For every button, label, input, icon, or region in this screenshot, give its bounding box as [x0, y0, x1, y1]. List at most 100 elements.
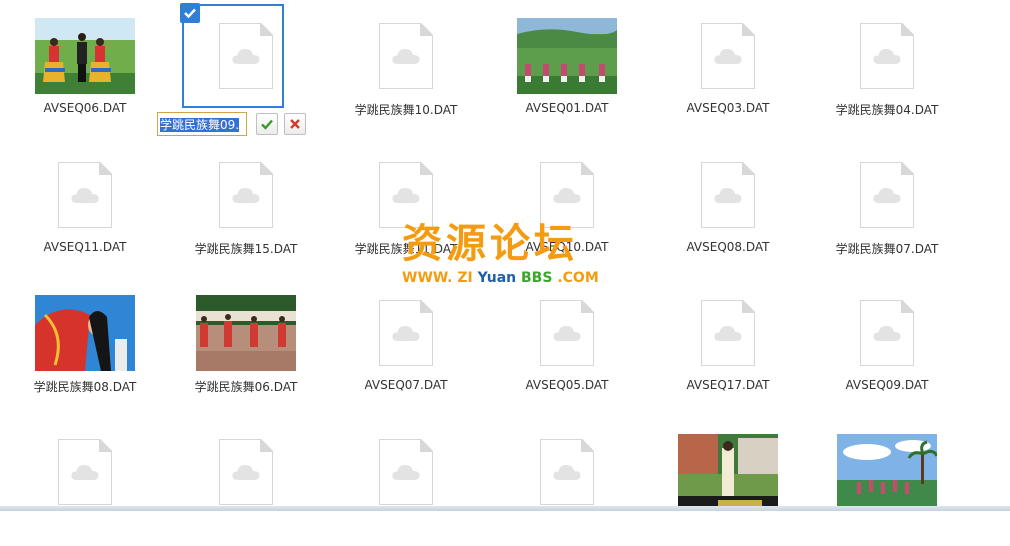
cloud-icon: [71, 188, 99, 203]
rename-cancel-button[interactable]: [284, 113, 306, 135]
file-thumbnail: [35, 434, 135, 510]
file-icon: [701, 23, 755, 89]
file-icon: [540, 162, 594, 228]
file-thumbnail: [837, 434, 937, 510]
file-icon: [860, 162, 914, 228]
cloud-icon: [232, 465, 260, 480]
file-item[interactable]: AVSEQ07.DAT: [331, 277, 481, 407]
file-item[interactable]: [812, 416, 962, 546]
status-bar: [0, 506, 1010, 511]
rename-input[interactable]: 学跳民族舞09.: [157, 112, 247, 136]
file-icon: [701, 162, 755, 228]
select-checkbox[interactable]: [180, 3, 200, 23]
file-name: AVSEQ11.DAT: [43, 240, 127, 254]
file-item[interactable]: AVSEQ11.DAT: [10, 139, 160, 269]
file-name: AVSEQ06.DAT: [43, 101, 127, 115]
file-icon: [379, 23, 433, 89]
file-name: AVSEQ03.DAT: [686, 101, 770, 115]
file-icon: [379, 300, 433, 366]
file-item[interactable]: AVSEQ06.DAT: [10, 0, 160, 130]
cloud-icon: [553, 188, 581, 203]
file-item[interactable]: AVSEQ08.DAT: [653, 139, 803, 269]
file-thumbnail: [678, 18, 778, 94]
file-icon: [58, 162, 112, 228]
file-item[interactable]: AVSEQ01.DAT: [492, 0, 642, 130]
video-thumbnail-image: [517, 18, 617, 94]
file-name: 学跳民族舞10.DAT: [354, 103, 458, 117]
file-icon: [540, 300, 594, 366]
cloud-icon: [714, 49, 742, 64]
video-thumbnail-image: [35, 295, 135, 371]
file-name: AVSEQ07.DAT: [364, 378, 448, 392]
check-icon: [184, 8, 196, 19]
watermark-url: WWW. ZI Yuan BBS .COM: [402, 270, 608, 286]
file-icon: [379, 439, 433, 505]
file-thumbnail: [517, 295, 617, 371]
file-item[interactable]: AVSEQ09.DAT: [812, 277, 962, 407]
file-item[interactable]: [171, 416, 321, 546]
file-thumbnail: [196, 434, 296, 510]
video-thumbnail-image: [35, 18, 135, 94]
file-item[interactable]: 学跳民族舞08.DAT: [10, 277, 160, 407]
file-thumbnail: [35, 157, 135, 233]
file-thumbnail: [35, 295, 135, 371]
watermark-yuan: Yuan: [477, 270, 517, 286]
cloud-icon: [873, 49, 901, 64]
cloud-icon: [553, 465, 581, 480]
file-icon: [860, 23, 914, 89]
video-thumbnail-image: [196, 295, 296, 371]
watermark-prefix: WWW.: [402, 270, 453, 286]
file-name: AVSEQ09.DAT: [845, 378, 929, 392]
watermark-suffix: .COM: [557, 270, 599, 286]
cloud-icon: [714, 188, 742, 203]
file-name: 学跳民族舞15.DAT: [194, 242, 298, 256]
file-item[interactable]: AVSEQ03.DAT: [653, 0, 803, 130]
file-icon: [540, 439, 594, 505]
cloud-icon: [392, 326, 420, 341]
file-item[interactable]: 学跳民族舞07.DAT: [812, 139, 962, 269]
file-thumbnail: [678, 157, 778, 233]
watermark-bbs: BBS: [521, 270, 553, 286]
file-thumbnail: [837, 295, 937, 371]
file-item[interactable]: 学跳民族舞10.DAT: [331, 0, 481, 130]
file-thumbnail: [837, 157, 937, 233]
file-thumbnail: [196, 295, 296, 371]
cloud-icon: [553, 326, 581, 341]
file-thumbnail: [196, 157, 296, 233]
cloud-icon: [873, 188, 901, 203]
file-name: AVSEQ08.DAT: [686, 240, 770, 254]
file-thumbnail: [837, 18, 937, 94]
cloud-icon: [392, 188, 420, 203]
cloud-icon: [392, 49, 420, 64]
file-name: 学跳民族舞08.DAT: [33, 380, 137, 394]
file-item[interactable]: [492, 416, 642, 546]
file-thumbnail: [356, 18, 456, 94]
file-item[interactable]: [331, 416, 481, 546]
video-thumbnail-image: [678, 434, 778, 510]
file-thumbnail: [356, 295, 456, 371]
check-icon: [261, 119, 273, 130]
cloud-icon: [232, 188, 260, 203]
file-item[interactable]: 学跳民族舞06.DAT: [171, 277, 321, 407]
file-icon: [860, 300, 914, 366]
file-thumbnail: [678, 295, 778, 371]
file-name: AVSEQ05.DAT: [525, 378, 609, 392]
file-item[interactable]: [653, 416, 803, 546]
file-icon: [219, 439, 273, 505]
file-item[interactable]: 学跳民族舞04.DAT: [812, 0, 962, 130]
cloud-icon: [873, 326, 901, 341]
close-icon: [290, 119, 300, 129]
file-item[interactable]: AVSEQ05.DAT: [492, 277, 642, 407]
file-thumbnail: [678, 434, 778, 510]
file-name: AVSEQ01.DAT: [525, 101, 609, 115]
file-name: AVSEQ17.DAT: [686, 378, 770, 392]
file-name: 学跳民族舞04.DAT: [835, 103, 939, 117]
file-item[interactable]: [10, 416, 160, 546]
file-item[interactable]: 学跳民族舞15.DAT: [171, 139, 321, 269]
file-icon: [58, 439, 112, 505]
file-item[interactable]: AVSEQ17.DAT: [653, 277, 803, 407]
watermark-title: 资源论坛: [402, 221, 578, 267]
rename-confirm-button[interactable]: [256, 113, 278, 135]
file-thumbnail: [35, 18, 135, 94]
file-name: 学跳民族舞07.DAT: [835, 242, 939, 256]
